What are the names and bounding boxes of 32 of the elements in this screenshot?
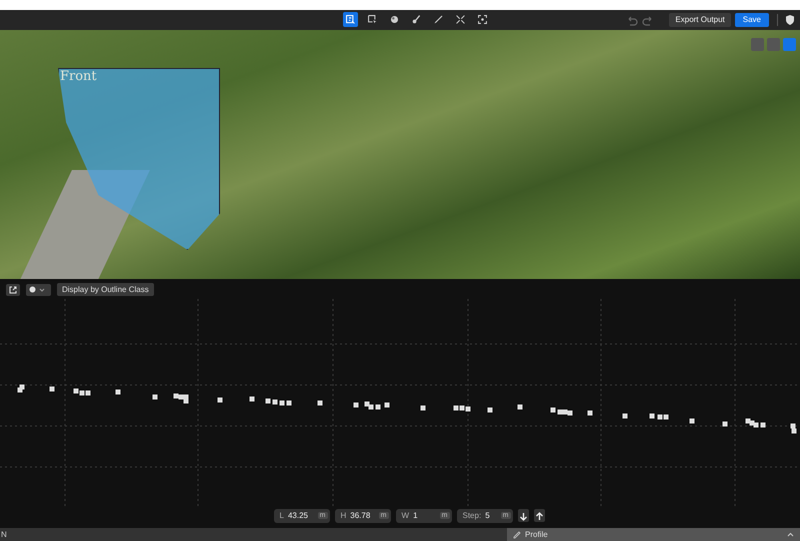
field-label: L	[280, 511, 284, 520]
profile-panel-tab[interactable]: Profile	[507, 528, 800, 541]
pencil-icon	[513, 530, 521, 538]
expand-icon	[455, 14, 466, 26]
arrow-up-button[interactable]	[534, 508, 544, 522]
panel-title: Profile	[525, 530, 549, 539]
sphere-icon	[29, 286, 36, 294]
color-mode-dropdown[interactable]	[26, 284, 51, 296]
arrow-down-button[interactable]	[518, 508, 528, 522]
frame-tool-button[interactable]	[343, 12, 358, 28]
field-value: 43.25	[288, 511, 309, 520]
sphere-icon	[389, 14, 400, 26]
frame-icon	[345, 14, 356, 26]
field-label: H	[340, 511, 346, 520]
caret-down-icon	[39, 288, 45, 292]
field-value: 1	[413, 511, 419, 520]
export-output-button[interactable]: Export Output	[669, 12, 731, 27]
display-mode-dropdown[interactable]: Display by Outline Class	[57, 283, 154, 296]
field-value: 5	[485, 511, 491, 520]
plane-label: Front	[60, 68, 97, 84]
fit-icon	[477, 14, 488, 26]
field-value: 36.78	[350, 511, 372, 520]
field-label: Step:	[462, 511, 482, 520]
save-button[interactable]: Save	[734, 12, 769, 27]
status-text: N	[0, 529, 8, 541]
brush-icon	[411, 14, 422, 26]
pen-icon	[433, 14, 444, 26]
caret-up-icon	[787, 532, 794, 537]
select-icon	[367, 14, 378, 26]
field-label: W	[402, 511, 410, 520]
export-icon[interactable]	[6, 284, 20, 296]
shield-icon[interactable]	[786, 14, 794, 25]
